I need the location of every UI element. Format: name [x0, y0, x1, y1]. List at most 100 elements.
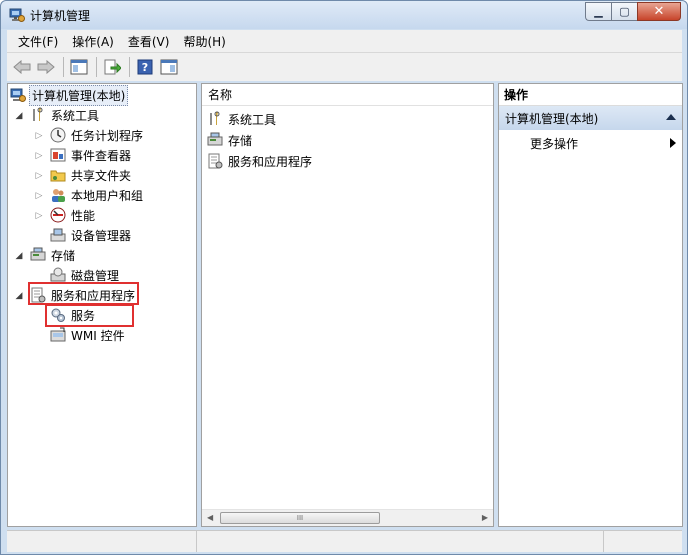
export-list-button[interactable] [101, 56, 123, 78]
menu-bar: 文件(F) 操作(A) 查看(V) 帮助(H) [7, 30, 682, 52]
toolbar-separator [129, 57, 130, 77]
toolbar-separator [96, 57, 97, 77]
storage-icon [30, 247, 46, 263]
back-arrow-icon [13, 60, 31, 74]
export-list-icon [104, 59, 121, 75]
menu-action[interactable]: 操作(A) [65, 33, 121, 50]
maximize-icon: ▢ [619, 5, 630, 18]
minimize-icon: ▁ [594, 5, 603, 18]
list-item[interactable]: 存储 [207, 131, 254, 149]
console-tree-icon [70, 59, 88, 75]
storage-icon [207, 132, 223, 148]
tree-item-performance[interactable]: 性能 [50, 206, 97, 224]
minimize-button[interactable]: ▁ [585, 2, 611, 21]
wmi-control-icon [50, 327, 66, 343]
expand-arrow-icon[interactable]: ▷ [34, 191, 44, 201]
status-cell [197, 531, 604, 552]
list-item[interactable]: 系统工具 [207, 110, 278, 128]
menu-help[interactable]: 帮助(H) [176, 33, 232, 50]
list-item-label: 系统工具 [228, 112, 277, 127]
action-section-label: 计算机管理(本地) [505, 111, 599, 126]
tree-item-label: 事件查看器 [71, 148, 132, 163]
menu-view[interactable]: 查看(V) [121, 33, 177, 50]
column-header-name[interactable]: 名称 [202, 84, 493, 106]
expand-arrow-icon[interactable]: ▷ [34, 151, 44, 161]
tree-item-label: 存储 [51, 248, 76, 263]
status-cell [7, 531, 197, 552]
forward-button[interactable] [35, 56, 57, 78]
tools-icon [207, 111, 223, 127]
more-actions-item[interactable]: 更多操作 [530, 135, 578, 152]
services-applications-icon [207, 153, 223, 169]
tree-item-label: 本地用户和组 [71, 188, 144, 203]
collapse-caret-icon[interactable] [666, 114, 676, 120]
svg-text:?: ? [142, 61, 148, 74]
tree-item-label: WMI 控件 [71, 328, 125, 343]
list-item-label: 存储 [228, 133, 253, 148]
computer-management-icon [10, 87, 26, 103]
tree-item-label: 共享文件夹 [71, 168, 132, 183]
tree-item-label: 计算机管理(本地) [29, 84, 129, 106]
maximize-button[interactable]: ▢ [611, 2, 637, 21]
action-section-header[interactable]: 计算机管理(本地) [499, 106, 682, 130]
content-pane: 名称 系统工具 存储 服务和应用程序 ◀ III ▶ [201, 83, 494, 527]
users-icon [50, 187, 66, 203]
title-bar[interactable]: 计算机管理 ▁ ▢ ✕ [1, 1, 687, 29]
tools-icon [30, 107, 46, 123]
tree-item-event-viewer[interactable]: 事件查看器 [50, 146, 133, 164]
collapse-arrow-icon[interactable]: ◢ [14, 251, 24, 261]
back-button[interactable] [11, 56, 33, 78]
shared-folder-icon [50, 167, 66, 183]
tree-item-system-tools[interactable]: 系统工具 [30, 106, 101, 124]
column-header-label: 名称 [208, 88, 233, 102]
tree-item-label: 系统工具 [51, 108, 100, 123]
scrollbar-thumb[interactable]: III [220, 512, 380, 524]
tree-item-device-manager[interactable]: 设备管理器 [50, 226, 133, 244]
clock-icon [50, 127, 66, 143]
computer-management-icon [9, 7, 25, 26]
toolbar: ? [7, 52, 682, 81]
action-pane-icon [160, 59, 178, 75]
show-hide-console-tree-button[interactable] [68, 56, 90, 78]
scroll-right-icon[interactable]: ▶ [482, 513, 488, 522]
action-pane: 操作 计算机管理(本地) 更多操作 [498, 83, 683, 527]
close-icon: ✕ [653, 4, 665, 19]
computer-management-window: 计算机管理 ▁ ▢ ✕ 文件(F) 操作(A) 查看(V) 帮助(H) ? 计算… [0, 0, 688, 555]
tree-item-label: 任务计划程序 [71, 128, 144, 143]
window-title: 计算机管理 [30, 9, 91, 23]
tree-item-wmi-control[interactable]: WMI 控件 [50, 326, 127, 344]
expand-arrow-icon[interactable]: ▷ [34, 131, 44, 141]
show-hide-action-pane-button[interactable] [158, 56, 180, 78]
help-icon: ? [137, 59, 153, 75]
event-viewer-icon [50, 147, 66, 163]
forward-arrow-icon [37, 60, 55, 74]
tree-item-label: 设备管理器 [71, 228, 132, 243]
toolbar-separator [63, 57, 64, 77]
tree-item-computer-management[interactable]: 计算机管理(本地) [10, 84, 129, 106]
action-pane-title: 操作 [499, 84, 682, 106]
list-item[interactable]: 服务和应用程序 [207, 152, 314, 170]
status-bar [7, 530, 682, 552]
help-button[interactable]: ? [134, 56, 156, 78]
scrollbar-grip: III [296, 514, 304, 522]
tree-item-shared-folders[interactable]: 共享文件夹 [50, 166, 133, 184]
highlight-box-services-applications [28, 282, 139, 305]
expand-arrow-icon[interactable]: ▷ [34, 211, 44, 221]
horizontal-scrollbar[interactable]: ◀ III ▶ [202, 509, 493, 526]
expand-arrow-icon[interactable]: ▷ [34, 171, 44, 181]
tree-item-local-users-groups[interactable]: 本地用户和组 [50, 186, 145, 204]
tree-item-label: 性能 [71, 208, 96, 223]
highlight-box-services [45, 304, 134, 327]
console-tree-pane: 计算机管理(本地) ◢ 系统工具 ▷ 任务计划程序 ▷ 事件查看器 ▷ 共享文件… [7, 83, 197, 527]
collapse-arrow-icon[interactable]: ◢ [14, 111, 24, 121]
performance-icon [50, 207, 66, 223]
menu-file[interactable]: 文件(F) [7, 33, 65, 50]
collapse-arrow-icon[interactable]: ◢ [14, 291, 24, 301]
scroll-left-icon[interactable]: ◀ [207, 513, 213, 522]
submenu-arrow-icon [670, 138, 676, 148]
device-manager-icon [50, 227, 66, 243]
tree-item-task-scheduler[interactable]: 任务计划程序 [50, 126, 145, 144]
close-button[interactable]: ✕ [637, 2, 681, 21]
tree-item-storage[interactable]: 存储 [30, 246, 77, 264]
disk-icon [50, 267, 66, 283]
